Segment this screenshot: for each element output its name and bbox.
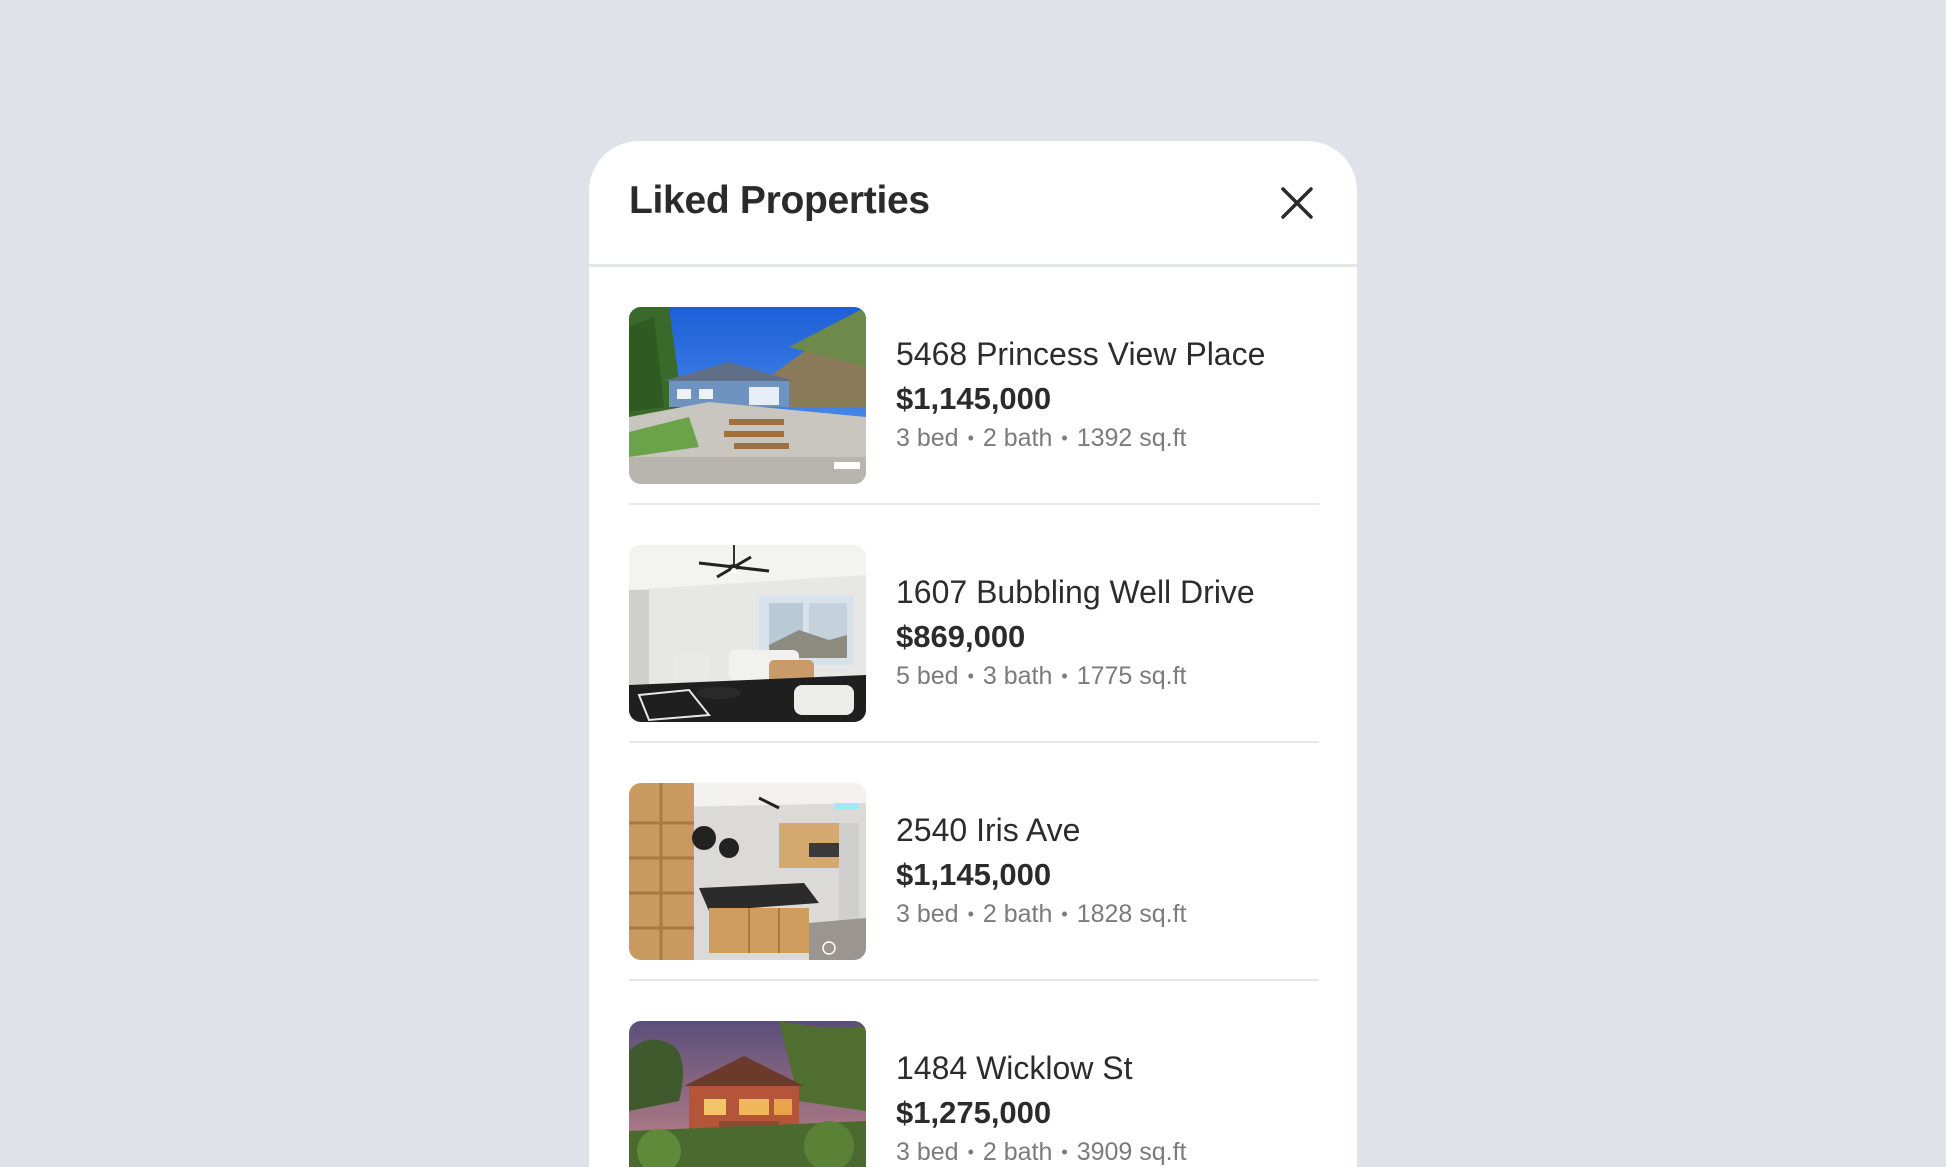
panel-header: Liked Properties [589,141,1357,267]
close-icon[interactable] [1275,181,1319,225]
house-dusk-photo [629,1021,866,1167]
property-specs: 3 bed • 2 bath • 3909 sq.ft [896,1135,1316,1167]
panel-title: Liked Properties [629,179,930,222]
house-exterior-photo [629,307,866,484]
property-price: $1,145,000 [896,857,1052,892]
property-address: 2540 Iris Ave [896,812,1081,848]
kitchen-photo [629,783,866,960]
property-area: 1392 sq.ft [1076,424,1187,452]
property-price: $1,145,000 [896,381,1052,416]
property-price: $869,000 [896,619,1026,654]
property-area: 3909 sq.ft [1076,1138,1187,1166]
property-list-item[interactable]: 5468 Princess View Place $1,145,000 3 be… [629,267,1319,505]
property-info: 1607 Bubbling Well Drive $869,000 5 bed •… [896,572,1316,693]
separator-dot: • [967,666,974,686]
separator-dot: • [967,904,974,924]
property-address: 5468 Princess View Place [896,336,1266,372]
separator-dot: • [1061,428,1068,448]
property-specs: 5 bed • 3 bath • 1775 sq.ft [896,659,1316,693]
separator-dot: • [967,1142,974,1162]
property-list-item[interactable]: 2540 Iris Ave $1,145,000 3 bed • 2 bath • 18… [629,743,1319,981]
property-price: $1,275,000 [896,1095,1052,1130]
separator-dot: • [967,428,974,448]
property-list-item[interactable]: 1607 Bubbling Well Drive $869,000 5 bed •… [629,505,1319,743]
property-baths: 2 bath [982,424,1053,452]
liked-properties-panel: Liked Properties 5468 Princess View Plac… [589,141,1357,1167]
property-list-item[interactable]: 1484 Wicklow St $1,275,000 3 bed • 2 bath •… [629,981,1319,1167]
property-address: 1607 Bubbling Well Drive [896,574,1255,610]
property-info: 2540 Iris Ave $1,145,000 3 bed • 2 bath • 18… [896,810,1316,931]
living-room-photo [629,545,866,722]
property-baths: 2 bath [982,1138,1053,1166]
separator-dot: • [1061,1142,1068,1162]
separator-dot: • [1061,666,1068,686]
property-area: 1775 sq.ft [1076,662,1187,690]
property-baths: 2 bath [982,900,1053,928]
property-beds: 5 bed [896,662,959,690]
property-address: 1484 Wicklow St [896,1050,1133,1086]
property-area: 1828 sq.ft [1076,900,1187,928]
separator-dot: • [1061,904,1068,924]
property-specs: 3 bed • 2 bath • 1392 sq.ft [896,421,1316,455]
property-beds: 3 bed [896,900,959,928]
property-beds: 3 bed [896,1138,959,1166]
property-baths: 3 bath [982,662,1053,690]
property-info: 1484 Wicklow St $1,275,000 3 bed • 2 bath •… [896,1048,1316,1167]
property-specs: 3 bed • 2 bath • 1828 sq.ft [896,897,1316,931]
property-beds: 3 bed [896,424,959,452]
property-list: 5468 Princess View Place $1,145,000 3 be… [629,267,1319,1167]
property-info: 5468 Princess View Place $1,145,000 3 be… [896,334,1316,455]
